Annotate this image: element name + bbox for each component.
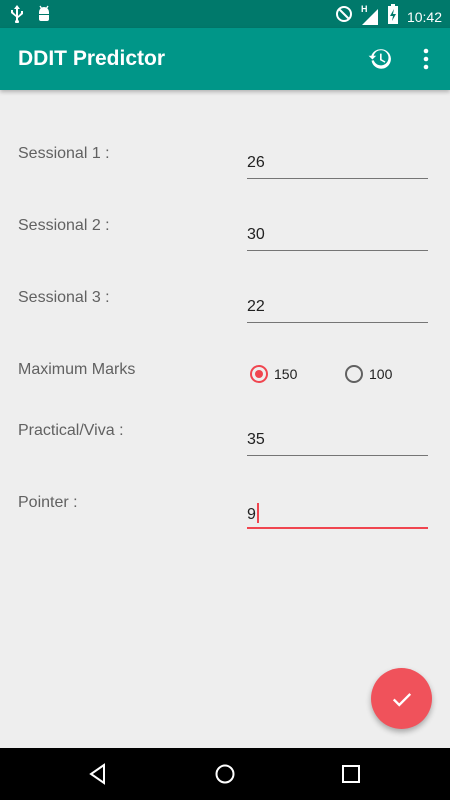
sessional3-value: 22 xyxy=(247,298,265,315)
app-bar: DDIT Predictor xyxy=(0,28,450,90)
sessional2-input[interactable]: 30 xyxy=(247,226,428,251)
history-icon xyxy=(368,49,391,69)
status-bar: H 10:42 xyxy=(0,0,450,28)
overflow-menu-button[interactable] xyxy=(414,46,438,72)
navigation-bar xyxy=(0,748,450,800)
sessional1-input[interactable]: 26 xyxy=(247,154,428,179)
usb-icon xyxy=(10,5,24,28)
back-icon xyxy=(89,763,105,785)
sessional1-label: Sessional 1 : xyxy=(18,145,110,162)
app-title: DDIT Predictor xyxy=(18,47,166,70)
network-type-label: H xyxy=(360,3,368,14)
recents-button[interactable] xyxy=(339,762,363,786)
status-time: 10:42 xyxy=(406,8,442,25)
text-cursor xyxy=(256,503,259,523)
sessional3-input[interactable]: 22 xyxy=(247,298,428,323)
pointer-value: 9 xyxy=(247,506,256,523)
practical-label: Practical/Viva : xyxy=(18,422,124,439)
do-not-disturb-icon xyxy=(335,5,353,28)
history-button[interactable] xyxy=(367,46,393,72)
home-button[interactable] xyxy=(213,762,237,786)
pointer-input[interactable]: 9 xyxy=(247,503,428,529)
home-icon xyxy=(215,764,235,784)
overflow-menu-icon xyxy=(423,48,429,70)
sessional2-label: Sessional 2 : xyxy=(18,217,110,234)
sessional1-value: 26 xyxy=(247,154,265,171)
recents-icon xyxy=(342,765,360,783)
submit-fab[interactable] xyxy=(371,668,432,729)
pointer-label: Pointer : xyxy=(18,494,78,511)
android-debug-icon xyxy=(36,5,52,28)
radio-100-label: 100 xyxy=(369,366,393,382)
sessional3-label: Sessional 3 : xyxy=(18,289,110,306)
practical-input[interactable]: 35 xyxy=(247,431,428,456)
radio-150-indicator[interactable] xyxy=(250,365,268,383)
battery-charging-icon xyxy=(387,4,399,29)
back-button[interactable] xyxy=(86,762,110,786)
radio-100-indicator[interactable] xyxy=(345,365,363,383)
radio-100[interactable]: 100 xyxy=(345,365,392,383)
radio-150[interactable]: 150 xyxy=(250,365,297,383)
practical-value: 35 xyxy=(247,431,265,448)
radio-150-label: 150 xyxy=(274,366,298,382)
check-icon xyxy=(392,692,411,707)
signal-h-icon: H xyxy=(361,4,379,26)
sessional2-value: 30 xyxy=(247,226,265,243)
max-marks-label: Maximum Marks xyxy=(18,361,136,378)
